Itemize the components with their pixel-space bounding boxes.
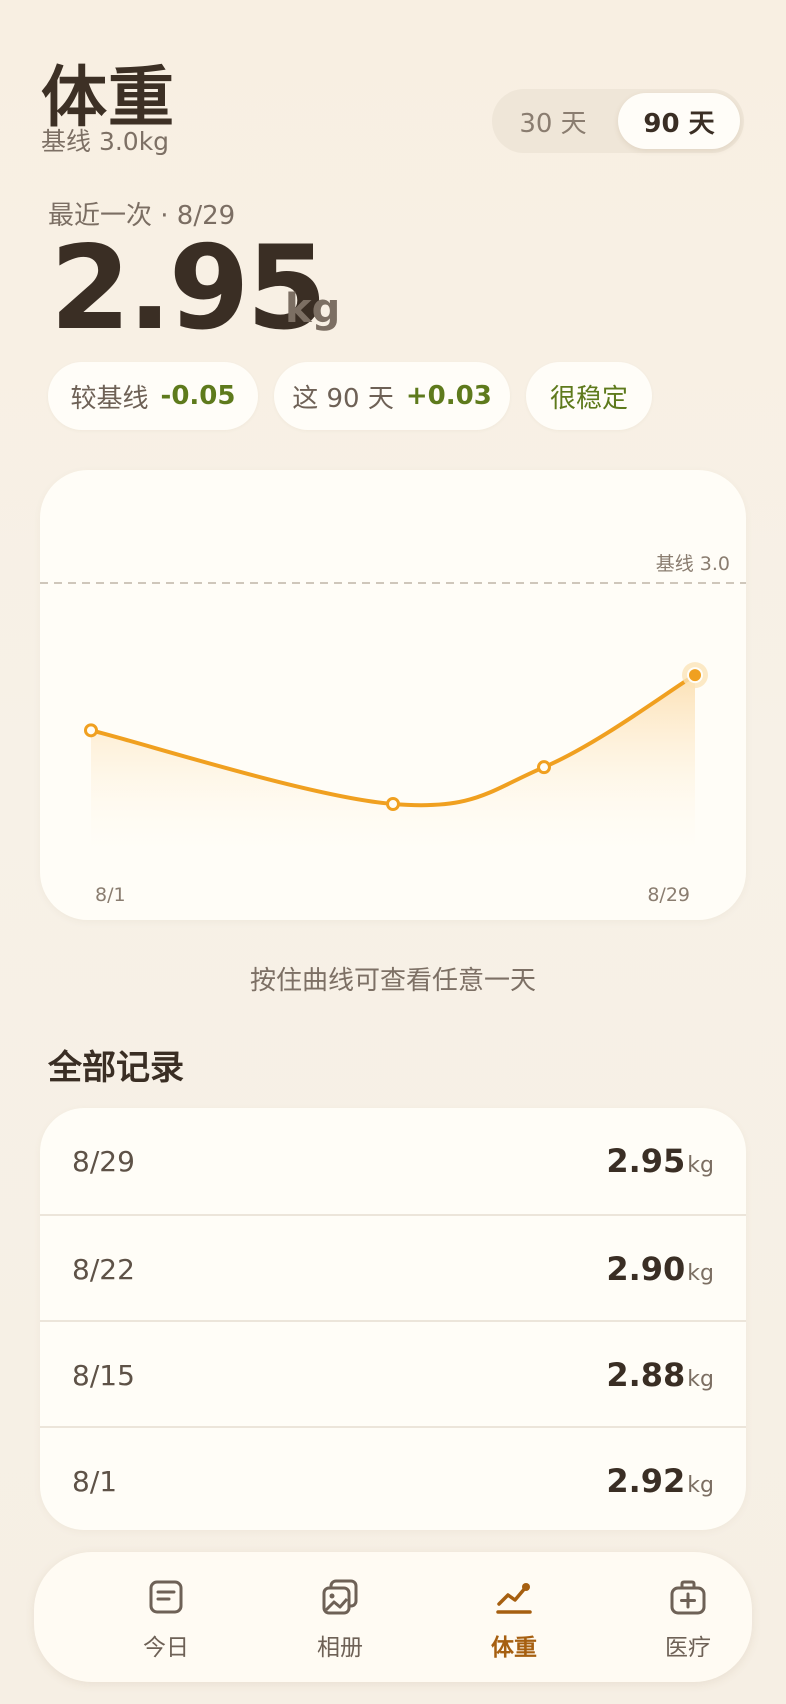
weight-chart-card[interactable]: 基线 3.0 8/1 8/29 bbox=[40, 470, 746, 920]
record-row[interactable]: 8/1 2.92 kg bbox=[40, 1426, 746, 1530]
record-weight: 2.90 bbox=[606, 1250, 686, 1288]
range-segmented-control: 30 天 90 天 bbox=[492, 89, 744, 153]
x-tick-label: 8/1 bbox=[95, 884, 126, 906]
record-date: 8/22 bbox=[72, 1252, 135, 1286]
records-list: 8/29 2.95 kg 8/22 2.90 kg 8/15 2.88 kg 8… bbox=[40, 1108, 746, 1530]
records-section-title: 全部记录 bbox=[48, 1048, 184, 1088]
chart-hint-text: 按住曲线可查看任意一天 bbox=[249, 966, 536, 996]
tab-weight[interactable]: 体重 bbox=[454, 1552, 574, 1682]
record-value: 2.92 kg bbox=[606, 1428, 714, 1530]
period-change-label: 这 90 天 bbox=[292, 383, 394, 414]
medkit-icon bbox=[670, 1580, 706, 1615]
record-row[interactable]: 8/22 2.90 kg bbox=[40, 1214, 746, 1320]
record-unit: kg bbox=[687, 1260, 714, 1286]
tab-album[interactable]: 相册 bbox=[280, 1552, 400, 1682]
vs-baseline-pill: 较基线 -0.05 bbox=[48, 362, 258, 430]
record-unit: kg bbox=[687, 1152, 714, 1178]
record-value: 2.88 kg bbox=[606, 1322, 714, 1428]
record-row[interactable]: 8/15 2.88 kg bbox=[40, 1320, 746, 1426]
record-date: 8/29 bbox=[72, 1144, 135, 1178]
data-point bbox=[84, 723, 98, 738]
tab-album-label: 相册 bbox=[317, 1635, 363, 1661]
tab-medical[interactable]: 医疗 bbox=[628, 1552, 748, 1682]
period-change-pill: 这 90 天 +0.03 bbox=[274, 362, 510, 430]
data-point bbox=[537, 760, 551, 775]
data-point-latest bbox=[687, 667, 703, 684]
vs-baseline-value: -0.05 bbox=[160, 381, 236, 411]
x-tick-label: 8/29 bbox=[647, 884, 690, 906]
record-weight: 2.88 bbox=[606, 1356, 686, 1394]
note-icon bbox=[149, 1580, 183, 1614]
range-90-days-button[interactable]: 90 天 bbox=[618, 93, 740, 149]
weight-line-chart[interactable]: 基线 3.0 8/1 8/29 bbox=[40, 470, 746, 920]
trend-icon bbox=[496, 1583, 532, 1614]
photos-icon bbox=[322, 1579, 358, 1615]
latest-weight-value: 2.95 bbox=[50, 221, 327, 356]
baseline-label: 基线 3.0 bbox=[656, 553, 730, 575]
record-date: 8/15 bbox=[72, 1358, 135, 1392]
record-weight: 2.92 bbox=[606, 1462, 686, 1500]
record-row[interactable]: 8/29 2.95 kg bbox=[40, 1108, 746, 1214]
range-30-days-button[interactable]: 30 天 bbox=[496, 93, 610, 149]
record-unit: kg bbox=[687, 1472, 714, 1498]
record-value: 2.95 kg bbox=[606, 1108, 714, 1214]
bottom-tab-bar: 今日 相册 体重 医疗 bbox=[34, 1552, 752, 1682]
vs-baseline-label: 较基线 bbox=[70, 383, 149, 414]
record-unit: kg bbox=[687, 1366, 714, 1392]
weight-screen: 体重 基线 3.0kg 30 天 90 天 最近一次 · 8/29 2.95 k… bbox=[0, 0, 786, 1704]
tab-weight-label: 体重 bbox=[491, 1635, 537, 1661]
period-change-value: +0.03 bbox=[405, 381, 492, 411]
record-value: 2.90 kg bbox=[606, 1216, 714, 1322]
tab-today-label: 今日 bbox=[143, 1635, 189, 1661]
latest-weight-unit: kg bbox=[285, 286, 341, 332]
record-date: 8/1 bbox=[72, 1464, 118, 1498]
data-point bbox=[386, 797, 400, 811]
record-weight: 2.95 bbox=[606, 1142, 686, 1180]
stability-pill: 很稳定 bbox=[526, 362, 652, 430]
baseline-subtitle: 基线 3.0kg bbox=[41, 127, 170, 156]
tab-today[interactable]: 今日 bbox=[106, 1552, 226, 1682]
tab-medical-label: 医疗 bbox=[665, 1635, 711, 1661]
chart-area-fill bbox=[91, 675, 695, 850]
